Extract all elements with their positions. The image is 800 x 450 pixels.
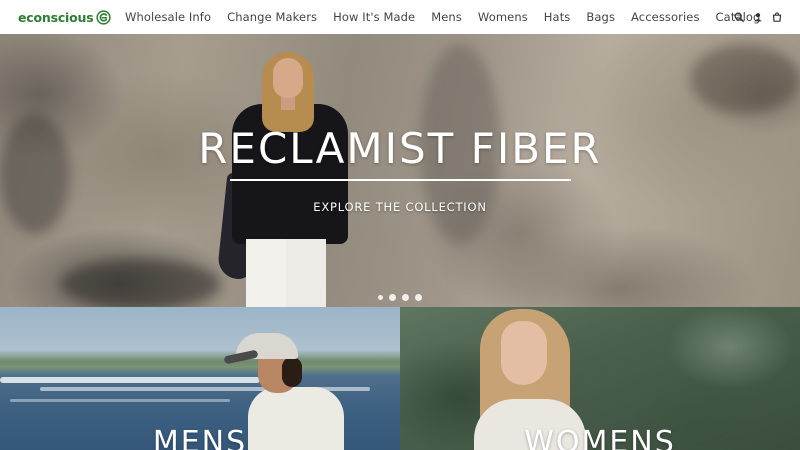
model-hair xyxy=(282,357,302,387)
slider-dots xyxy=(0,294,800,301)
ocean-wave xyxy=(0,377,260,383)
account-icon[interactable] xyxy=(753,12,763,22)
nav-womens[interactable]: Womens xyxy=(478,10,528,24)
ocean-wave xyxy=(10,399,230,402)
category-tile-mens[interactable]: MENS xyxy=(0,307,400,450)
hero-title: RECLAMIST FIBER xyxy=(198,124,602,173)
category-label-womens: WOMENS xyxy=(524,425,676,450)
logo-leaf-icon xyxy=(96,9,112,25)
nav-mens[interactable]: Mens xyxy=(431,10,462,24)
nav-wholesale-info[interactable]: Wholesale Info xyxy=(125,10,211,24)
search-icon[interactable] xyxy=(734,12,744,22)
nav-change-makers[interactable]: Change Makers xyxy=(227,10,317,24)
rock-texture xyxy=(690,44,800,114)
header-actions xyxy=(725,0,782,34)
slider-dot-3[interactable] xyxy=(402,294,409,301)
nav-accessories[interactable]: Accessories xyxy=(631,10,700,24)
category-label-mens: MENS xyxy=(152,425,248,450)
category-tile-womens[interactable]: WOMENS xyxy=(400,307,800,450)
hero-banner[interactable]: RECLAMIST FIBER EXPLORE THE COLLECTION xyxy=(0,34,800,307)
cart-icon[interactable] xyxy=(772,12,782,22)
site-logo[interactable]: econscious xyxy=(18,8,112,26)
model-cap-brim xyxy=(223,349,259,365)
nav-how-its-made[interactable]: How It's Made xyxy=(333,10,415,24)
slider-dot-1[interactable] xyxy=(378,295,383,300)
slider-dot-2[interactable] xyxy=(389,294,396,301)
nav-bags[interactable]: Bags xyxy=(586,10,615,24)
logo-text: econscious xyxy=(18,9,94,25)
explore-collection-link[interactable]: EXPLORE THE COLLECTION xyxy=(0,200,800,214)
nav-hats[interactable]: Hats xyxy=(544,10,571,24)
main-nav: Wholesale Info Change Makers How It's Ma… xyxy=(125,0,776,34)
model-face xyxy=(273,58,303,98)
site-header: econscious Wholesale Info Change Makers … xyxy=(0,0,800,34)
hero-title-underline xyxy=(230,179,571,181)
slider-dot-4[interactable] xyxy=(415,294,422,301)
model-face xyxy=(501,321,547,385)
